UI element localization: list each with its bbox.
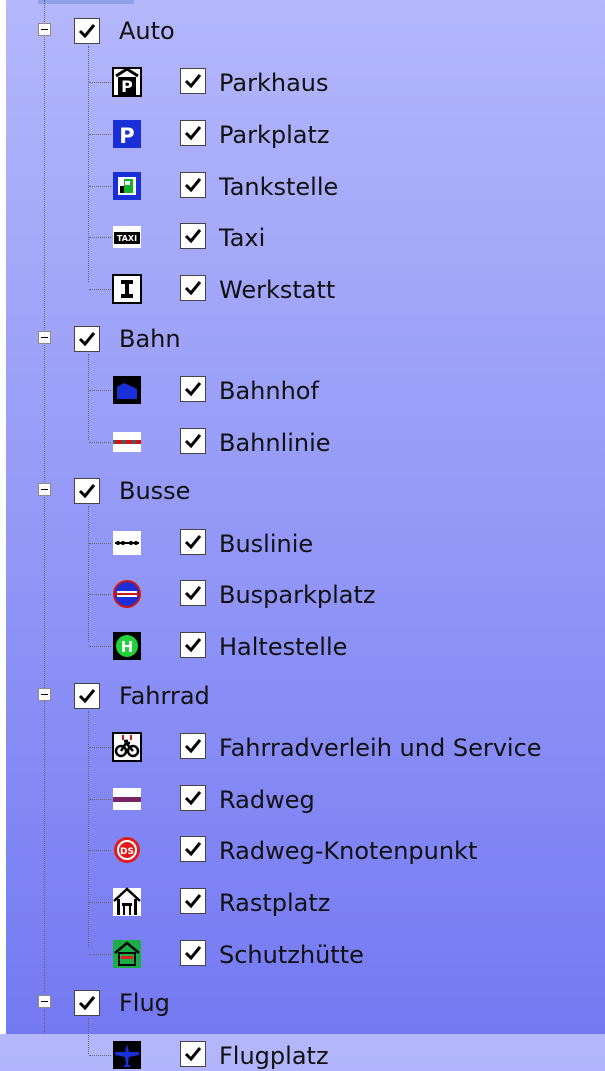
layer-label[interactable]: Flugplatz bbox=[219, 1041, 329, 1071]
parking-garage-icon: P bbox=[112, 67, 142, 98]
layer-checkbox[interactable] bbox=[180, 68, 206, 95]
layer-label[interactable]: Fahrradverleih und Service bbox=[219, 733, 542, 763]
layer-checkbox[interactable] bbox=[180, 631, 206, 658]
train-station-icon bbox=[112, 375, 142, 405]
bus-line-icon bbox=[112, 528, 142, 558]
group-checkbox[interactable] bbox=[74, 18, 100, 44]
group-checkbox[interactable] bbox=[74, 325, 100, 352]
tree-connector bbox=[89, 901, 111, 903]
tree-connector bbox=[89, 1054, 111, 1056]
layer-label[interactable]: Tankstelle bbox=[219, 172, 338, 202]
workshop-icon bbox=[112, 274, 142, 305]
layer-checkbox[interactable] bbox=[180, 1040, 206, 1067]
layer-tree: Auto P Parkhaus P Parkplatz Tankstelle TAXI Tax… bbox=[0, 0, 605, 1070]
layer-label[interactable]: Rastplatz bbox=[219, 888, 330, 918]
airfield-icon bbox=[112, 1040, 142, 1070]
layer-checkbox[interactable] bbox=[180, 836, 206, 863]
layer-label[interactable]: Buslinie bbox=[219, 529, 313, 559]
tree-trunk bbox=[44, 0, 45, 1034]
layer-label[interactable]: Bahnhof bbox=[219, 376, 319, 406]
layer-checkbox[interactable] bbox=[180, 732, 206, 759]
tree-connector bbox=[89, 746, 111, 748]
layer-label[interactable]: Radweg-Knotenpunkt bbox=[219, 836, 477, 866]
tree-connector bbox=[89, 441, 111, 443]
layer-checkbox[interactable] bbox=[180, 784, 206, 811]
tree-connector bbox=[89, 953, 111, 955]
parking-icon: P bbox=[112, 119, 142, 149]
tree-connector bbox=[88, 506, 89, 643]
group-label[interactable]: Auto bbox=[119, 16, 175, 46]
bus-parking-icon bbox=[112, 579, 142, 609]
layer-label[interactable]: Werkstatt bbox=[219, 275, 335, 305]
rail-line-icon bbox=[112, 427, 142, 457]
group-checkbox[interactable] bbox=[74, 478, 100, 505]
layer-checkbox[interactable] bbox=[180, 580, 206, 607]
layer-label[interactable]: Parkhaus bbox=[219, 68, 329, 98]
layer-label[interactable]: Schutzhütte bbox=[219, 940, 364, 970]
tree-connector bbox=[89, 594, 111, 596]
layer-checkbox[interactable] bbox=[180, 939, 206, 966]
collapse-toggle[interactable] bbox=[38, 687, 51, 701]
layer-label[interactable]: Haltestelle bbox=[219, 632, 347, 662]
group-label[interactable]: Fahrrad bbox=[119, 681, 210, 711]
layer-checkbox[interactable] bbox=[180, 171, 206, 198]
tree-connector bbox=[89, 237, 111, 239]
tree-connector bbox=[88, 353, 89, 440]
shelter-icon bbox=[112, 939, 142, 969]
layer-checkbox[interactable] bbox=[180, 119, 206, 146]
tree-connector bbox=[89, 850, 111, 852]
group-checkbox[interactable] bbox=[74, 990, 100, 1017]
collapse-toggle[interactable] bbox=[38, 330, 51, 344]
layer-label[interactable]: Parkplatz bbox=[219, 120, 329, 150]
group-label[interactable]: Flug bbox=[119, 988, 170, 1018]
bicycle-rental-icon bbox=[112, 731, 142, 762]
bike-junction-icon: DS bbox=[112, 835, 142, 865]
taxi-icon: TAXI bbox=[112, 222, 142, 252]
tree-connector bbox=[88, 1018, 89, 1054]
collapse-toggle[interactable] bbox=[38, 995, 51, 1009]
collapse-toggle[interactable] bbox=[38, 23, 51, 36]
svg-text:P: P bbox=[121, 77, 133, 96]
layer-label[interactable]: Bahnlinie bbox=[219, 428, 331, 458]
svg-text:TAXI: TAXI bbox=[117, 234, 137, 243]
tree-connector bbox=[89, 82, 111, 84]
collapse-toggle[interactable] bbox=[38, 483, 51, 497]
layer-checkbox[interactable] bbox=[180, 528, 206, 555]
layer-checkbox[interactable] bbox=[180, 223, 206, 250]
group-label[interactable]: Busse bbox=[119, 476, 190, 506]
svg-text:P: P bbox=[119, 124, 134, 148]
tree-connector bbox=[89, 133, 111, 135]
gas-station-icon bbox=[112, 171, 142, 201]
layer-label[interactable]: Taxi bbox=[219, 223, 265, 253]
layer-label[interactable]: Busparkplatz bbox=[219, 580, 376, 610]
svg-text:H: H bbox=[121, 638, 134, 656]
tree-connector bbox=[89, 645, 111, 647]
tree-connector bbox=[89, 542, 111, 544]
layer-label[interactable]: Radweg bbox=[219, 785, 315, 815]
svg-text:DS: DS bbox=[120, 847, 134, 857]
tree-connector bbox=[89, 798, 111, 800]
bus-stop-icon: H bbox=[112, 631, 142, 661]
bike-path-icon bbox=[112, 784, 142, 814]
tree-connector bbox=[89, 289, 111, 291]
layer-checkbox[interactable] bbox=[180, 427, 206, 454]
tree-connector bbox=[89, 389, 111, 391]
tree-connector bbox=[89, 185, 111, 187]
layer-checkbox[interactable] bbox=[180, 275, 206, 302]
layer-checkbox[interactable] bbox=[180, 887, 206, 914]
group-checkbox[interactable] bbox=[74, 682, 100, 709]
rest-area-icon bbox=[112, 887, 142, 917]
layer-checkbox[interactable] bbox=[180, 375, 206, 402]
group-label[interactable]: Bahn bbox=[119, 324, 181, 354]
